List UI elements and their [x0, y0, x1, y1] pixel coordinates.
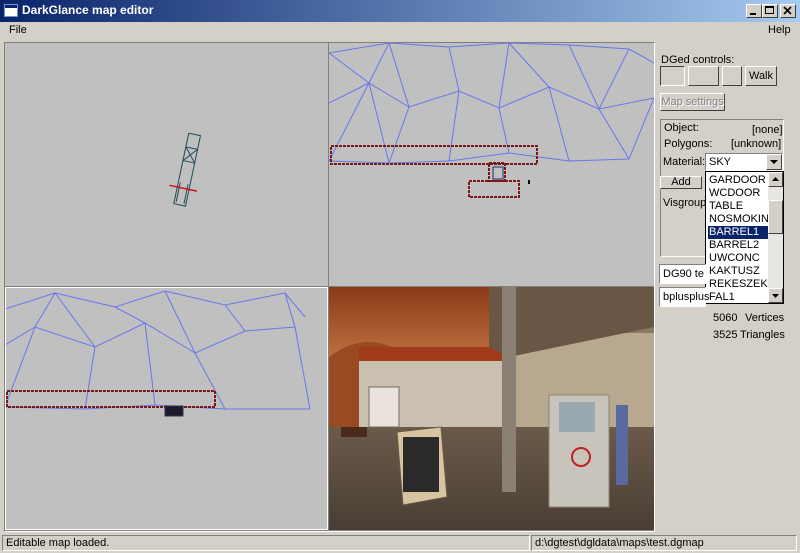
- polygons-value: [unknown]: [731, 138, 782, 150]
- visgroups-label: Visgroup: [663, 197, 707, 209]
- status-path-pane: d:\dgtest\dgldata\maps\test.dgmap: [531, 535, 797, 551]
- scroll-up-button[interactable]: [768, 172, 783, 187]
- status-bar: Editable map loaded. d:\dgtest\dgldata\m…: [0, 533, 800, 553]
- material-option[interactable]: BARREL2: [708, 239, 771, 252]
- title-bar[interactable]: DarkGlance map editor: [0, 0, 800, 22]
- object-value: [none]: [752, 124, 783, 136]
- minimize-button[interactable]: [746, 4, 762, 18]
- side-viewport[interactable]: [5, 287, 328, 530]
- status-message: Editable map loaded.: [6, 537, 110, 549]
- 3d-scene-render: [329, 287, 654, 530]
- material-option[interactable]: UWCONC: [708, 252, 771, 265]
- status-message-pane: Editable map loaded.: [2, 535, 530, 551]
- status-file-path: d:\dgtest\dgldata\maps\test.dgmap: [535, 537, 704, 549]
- perspective-viewport[interactable]: [329, 287, 654, 530]
- dged-controls-label: DGed controls:: [661, 54, 735, 66]
- map-settings-button[interactable]: Map settings: [660, 93, 725, 111]
- dged-mode-button-3[interactable]: [722, 66, 742, 86]
- scroll-thumb[interactable]: [768, 200, 783, 234]
- vertices-label: Vertices: [745, 312, 785, 324]
- dged-mode-button-2[interactable]: [688, 66, 719, 86]
- close-button[interactable]: [780, 4, 796, 18]
- material-selected-value: SKY: [709, 156, 732, 168]
- add-visgroup-button[interactable]: Add: [660, 176, 702, 189]
- material-option[interactable]: NOSMOKING: [708, 213, 771, 226]
- material-dropdown-list[interactable]: GARDOOR WCDOOR TABLE NOSMOKING BARREL1 B…: [705, 171, 784, 304]
- material-option[interactable]: GARDOOR: [708, 174, 771, 187]
- close-icon: [783, 6, 792, 15]
- texture-select-value: DG90 te: [663, 268, 704, 280]
- material-list-scrollbar[interactable]: [768, 172, 783, 303]
- menu-file[interactable]: File: [9, 24, 27, 36]
- maximize-button[interactable]: [762, 4, 778, 18]
- scroll-down-button[interactable]: [768, 288, 783, 303]
- scroll-down-icon: [772, 294, 779, 298]
- material-option[interactable]: FAL1: [708, 291, 771, 303]
- object-label: Object:: [664, 122, 699, 134]
- vertices-count: 5060: [713, 312, 738, 324]
- material-select[interactable]: SKY: [705, 153, 783, 171]
- front-view-wireframe: [329, 43, 654, 198]
- material-option[interactable]: WCDOOR: [708, 187, 771, 200]
- minimize-icon: [750, 13, 756, 15]
- material-option-selected[interactable]: BARREL1: [708, 226, 771, 239]
- texture-select[interactable]: DG90 te: [659, 264, 706, 284]
- side-view-wireframe: [5, 290, 311, 417]
- menu-bar: File Help: [0, 22, 800, 40]
- scroll-up-icon: [772, 177, 779, 181]
- material-option[interactable]: KAKTUSZ: [708, 265, 771, 278]
- plugin-select-value: bplusplus: [663, 291, 710, 303]
- maximize-icon: [765, 6, 774, 14]
- material-option[interactable]: REKESZEK: [708, 278, 771, 291]
- triangles-count: 3525: [713, 329, 738, 341]
- top-view-wireframe: [169, 132, 202, 207]
- top-viewport[interactable]: [5, 43, 328, 286]
- walk-button[interactable]: Walk: [745, 66, 777, 86]
- app-window-icon: [4, 4, 18, 17]
- dged-mode-button-1[interactable]: [660, 66, 685, 86]
- chevron-down-icon: [770, 160, 778, 164]
- material-label: Material:: [663, 156, 706, 168]
- triangles-label: Triangles: [740, 329, 785, 341]
- polygons-label: Polygons:: [664, 138, 713, 150]
- plugin-select[interactable]: bplusplus: [659, 287, 710, 307]
- material-dropdown-button[interactable]: [766, 154, 782, 170]
- front-viewport[interactable]: [329, 43, 654, 286]
- menu-help[interactable]: Help: [768, 24, 791, 36]
- material-option[interactable]: TABLE: [708, 200, 771, 213]
- window-title: DarkGlance map editor: [22, 3, 154, 17]
